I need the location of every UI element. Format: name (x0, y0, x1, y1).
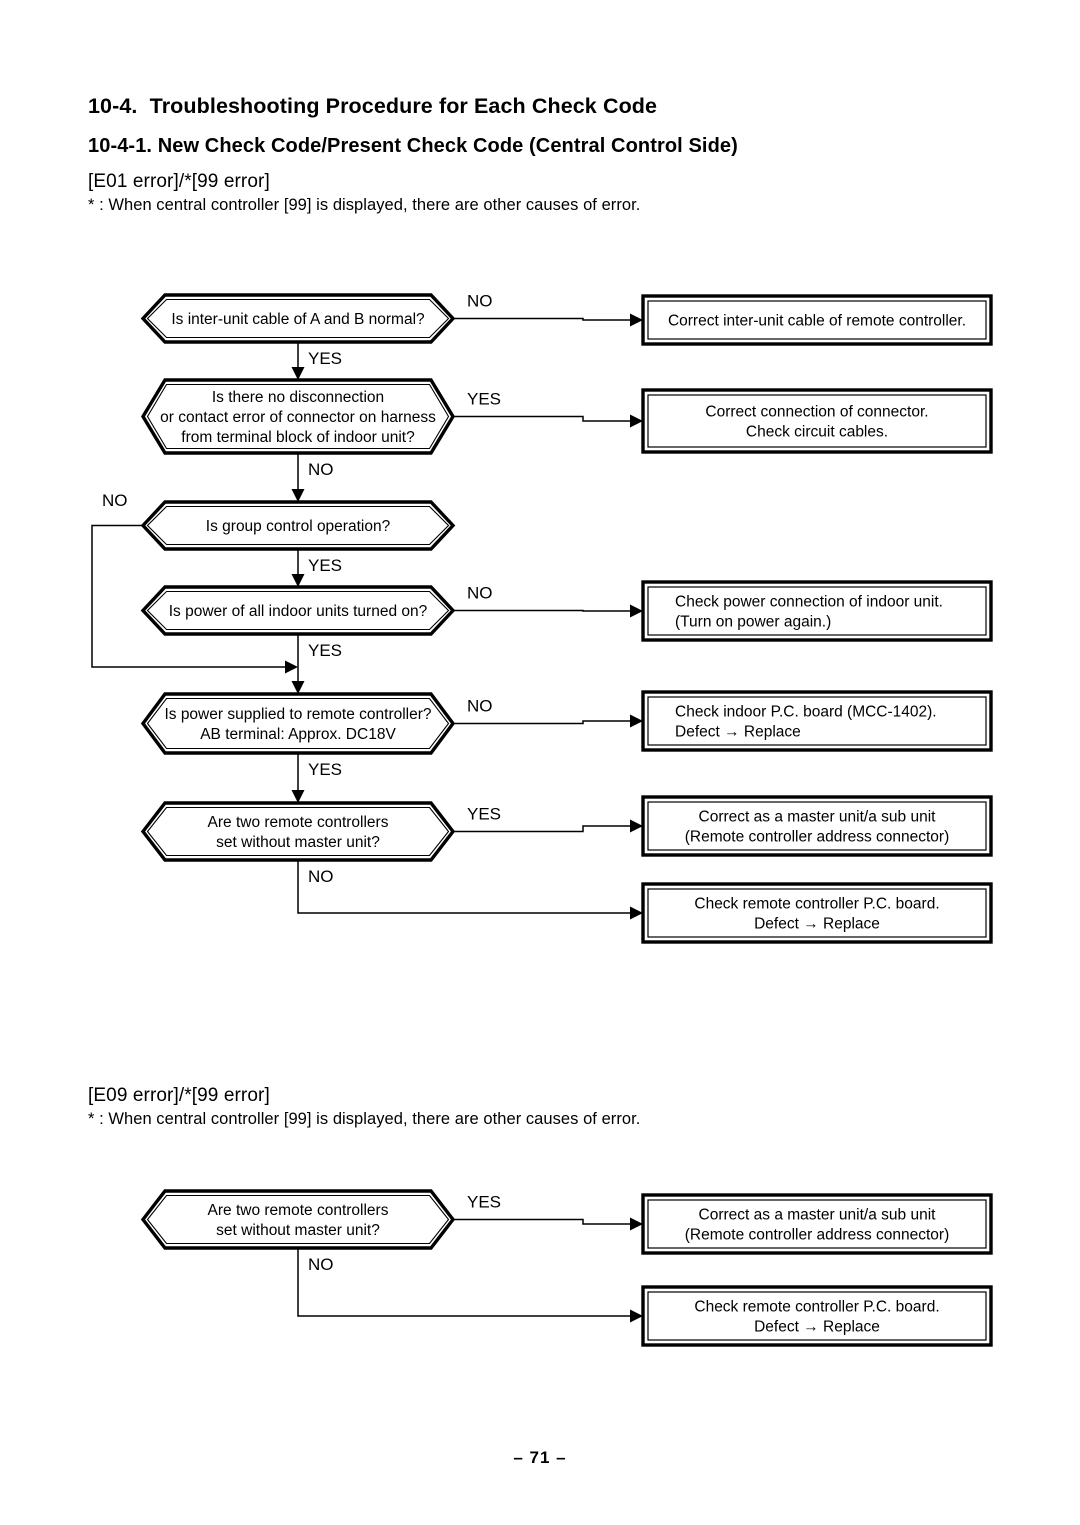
page-title: 10-4. Troubleshooting Procedure for Each… (88, 94, 658, 118)
action-box-1-text-line: Defect → Replace (754, 1319, 880, 1336)
arrow-down-0 (291, 367, 305, 380)
decision-node-1-text-line: from terminal block of indoor unit? (181, 429, 415, 446)
arrow-loopback (285, 660, 298, 674)
decision-node-4-text-line: Is power supplied to remote controller? (164, 706, 431, 723)
decision-node-3-text: Is power of all indoor units turned on? (169, 603, 428, 620)
decision-node-0-text-line: Are two remote controllers (208, 1202, 389, 1219)
action-box-2-text-line: (Turn on power again.) (675, 614, 831, 631)
error-note-e09: * : When central controller [99] is disp… (88, 1110, 641, 1128)
decision-node-3-text-line: Is power of all indoor units turned on? (169, 603, 428, 620)
decision-node-0-text: Is inter-unit cable of A and B normal? (171, 311, 425, 328)
branch-label-side-2: NO (467, 584, 493, 603)
flowchart-e09-canvas: YES NO Correct as a master unit/a sub unit… (140, 1189, 993, 1347)
decision-node-4-text-line: AB terminal: Approx. DC18V (200, 726, 396, 743)
decision-node-0-text-line: set without master unit? (216, 1222, 380, 1239)
arrow-right-1 (630, 414, 643, 428)
branch-path-4 (453, 825, 630, 833)
action-box-1-text-line: Check remote controller P.C. board. (694, 1299, 939, 1316)
branch-path-2 (453, 609, 630, 612)
decision-node-0-outline[interactable] (140, 1189, 456, 1250)
arrow-right-3 (630, 714, 643, 728)
branch-label-no: NO (308, 1255, 334, 1274)
decision-node-2-text: Is group control operation? (206, 518, 391, 535)
final-branch-path (297, 860, 630, 914)
decision-node-4-outline[interactable] (140, 692, 456, 755)
action-box-0-text-line: Correct as a master unit/a sub unit (699, 1207, 937, 1224)
page-subtitle: 10-4-1. New Check Code/Present Check Cod… (88, 135, 738, 157)
arrow-down-2 (291, 574, 305, 587)
branch-label-down-0: YES (308, 349, 342, 368)
decision-node-0-text-line: Is inter-unit cable of A and B normal? (171, 311, 425, 328)
flowchart-e09: YES NO Correct as a master unit/a sub unit… (0, 1175, 1080, 1405)
action-box-0-text-line: (Remote controller address connector) (685, 1227, 949, 1244)
document-page: 10-4. Troubleshooting Procedure for Each… (0, 0, 1080, 1525)
decision-node-5-outline[interactable] (140, 801, 456, 862)
action-box-3-text-line: Defect → Replace (675, 724, 801, 741)
decision-node-1-text-line: Is there no disconnection (212, 389, 384, 406)
decision-node-1-text-line: or contact error of connector on harness (160, 409, 436, 426)
decision-node-5-text-line: set without master unit? (216, 834, 380, 851)
branch-label-side-3: NO (467, 697, 493, 716)
page-number: – 71 – (513, 1448, 567, 1467)
branch-label-side-0: NO (467, 292, 493, 311)
branch-label-down-3: YES (308, 641, 342, 660)
action-box-3-text-line: Check indoor P.C. board (MCC-1402). (675, 704, 937, 721)
decision-node-5-text-line: Are two remote controllers (208, 814, 389, 831)
arrow-down-merge (291, 681, 305, 694)
action-box-5-text-line: Check remote controller P.C. board. (694, 896, 939, 913)
error-code-heading-e01: [E01 error]/*[99 error] (88, 171, 270, 192)
arrow-right-final (630, 906, 643, 920)
arrow-right-4 (630, 819, 643, 833)
action-box-1-text-line: Correct connection of connector. (705, 404, 928, 421)
flowchart-e01-canvas: YES NO YES YES YES NO NO YES NO NO YES NO Correct in… (91, 292, 993, 944)
branch-label-side-4: YES (467, 805, 501, 824)
action-box-0-text: Correct inter-unit cable of remote contr… (668, 313, 966, 330)
branch-label-yes: YES (467, 1193, 501, 1212)
arrow-right-2 (630, 604, 643, 618)
arrow-down-1 (291, 489, 305, 502)
branch-path-1 (453, 415, 630, 422)
branch-label-down-2: YES (308, 556, 342, 575)
action-box-0-text-line: Correct inter-unit cable of remote contr… (668, 313, 966, 330)
branch-label-loopback: NO (102, 491, 128, 510)
action-box-4-text-line: (Remote controller address connector) (685, 829, 949, 846)
arrow-down-3 (291, 790, 305, 803)
action-box-2-text-line: Check power connection of indoor unit. (675, 594, 943, 611)
branch-path-no (297, 1248, 630, 1317)
error-note-e01: * : When central controller [99] is disp… (88, 196, 641, 214)
action-box-5-text-line: Defect → Replace (754, 916, 880, 933)
arrow-right-no (630, 1309, 643, 1323)
branch-path-yes (453, 1218, 630, 1225)
arrow-right-yes (630, 1217, 643, 1231)
arrow-right-0 (630, 313, 643, 327)
branch-label-down-3: YES (308, 760, 342, 779)
branch-label-final: NO (308, 867, 334, 886)
decision-node-2-text-line: Is group control operation? (206, 518, 391, 535)
action-box-4-text-line: Correct as a master unit/a sub unit (699, 809, 937, 826)
flowchart-e01: YES NO YES YES YES NO NO YES NO NO YES NO Correct in… (0, 270, 1080, 960)
branch-label-down-1: NO (308, 460, 334, 479)
branch-path-0 (453, 317, 630, 321)
error-code-heading-e09: [E09 error]/*[99 error] (88, 1085, 270, 1106)
branch-path-3 (453, 720, 630, 725)
branch-label-side-1: YES (467, 390, 501, 409)
action-box-1-text-line: Check circuit cables. (746, 424, 888, 441)
